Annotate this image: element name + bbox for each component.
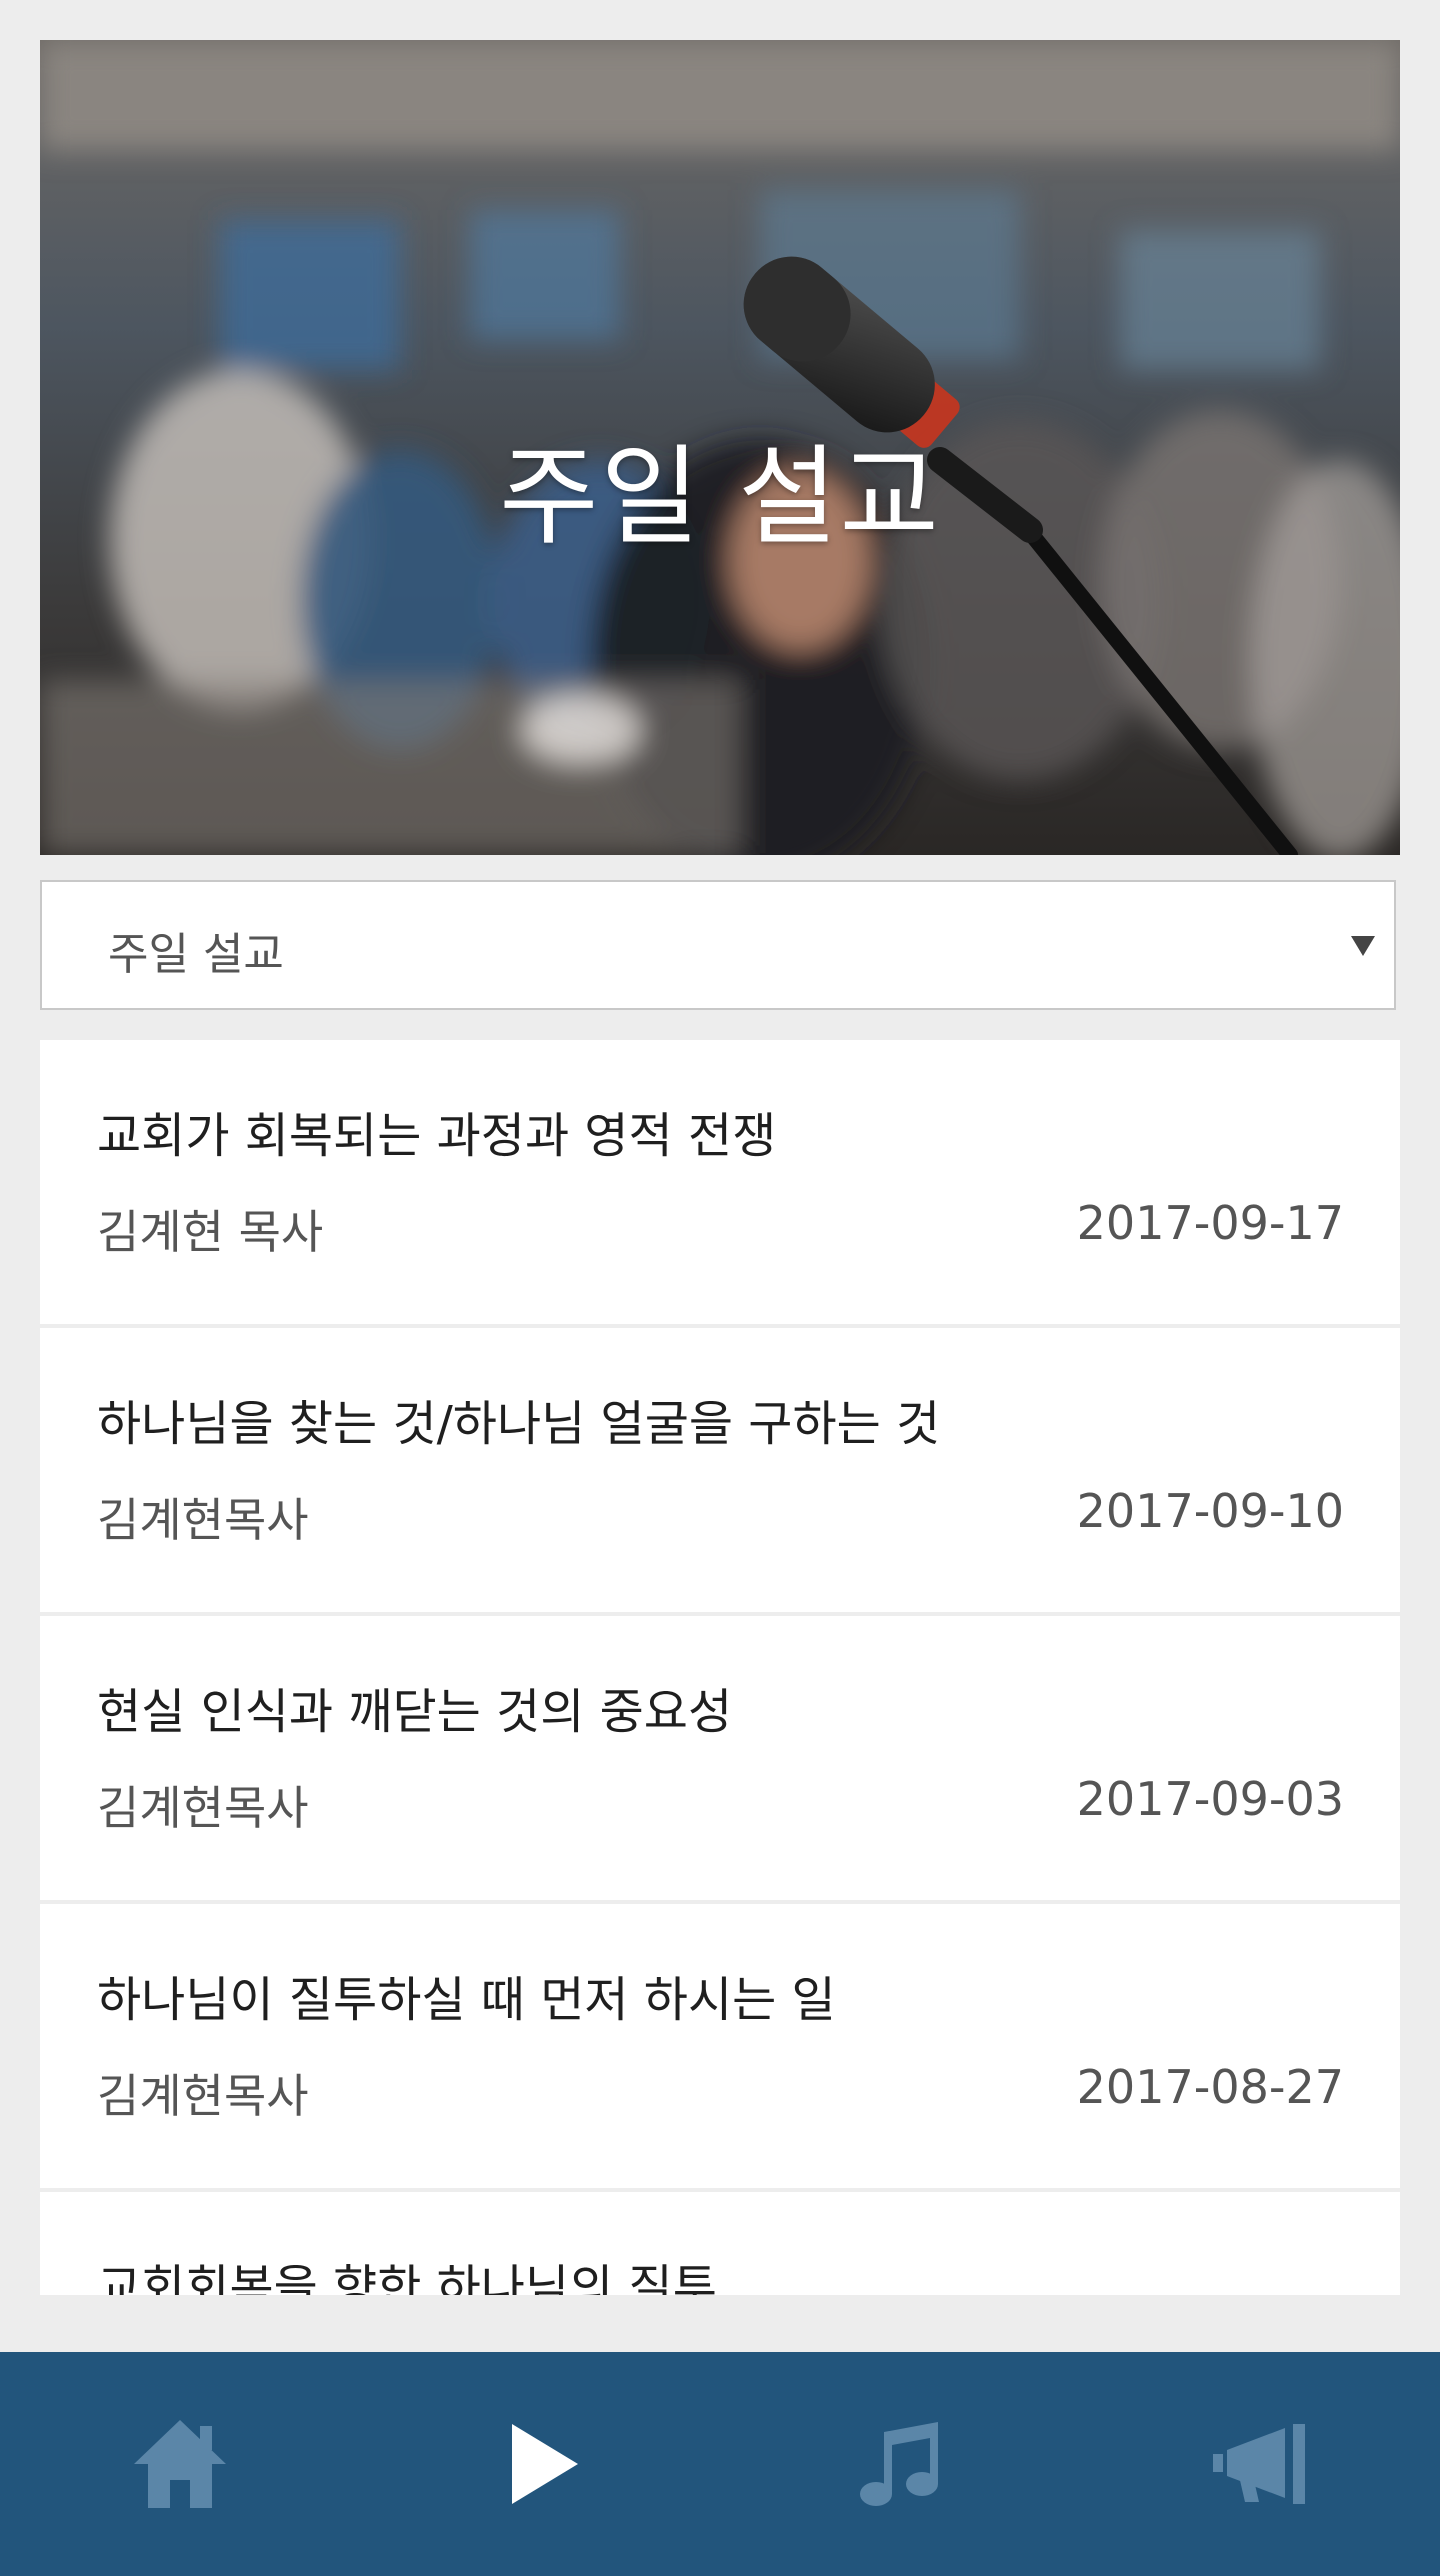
tab-announcements[interactable]	[1080, 2352, 1440, 2576]
sermon-date: 2017-08-27	[1076, 2060, 1344, 2114]
sermon-list: 교회가 회복되는 과정과 영적 전쟁 김계현 목사 2017-09-17 하나님…	[40, 1040, 1400, 2295]
home-icon	[134, 2420, 226, 2508]
header-banner: 주일 설교	[40, 40, 1400, 855]
sermon-title: 하나님을 찾는 것/하나님 얼굴을 구하는 것	[97, 1396, 941, 1452]
category-select[interactable]: 주일 설교	[40, 880, 1396, 1010]
sermon-title: 현실 인식과 깨닫는 것의 중요성	[97, 1684, 733, 1740]
play-icon	[512, 2424, 578, 2504]
sermon-author: 김계현 목사	[97, 1205, 324, 1259]
dropdown-arrow-icon	[1351, 936, 1375, 956]
tab-music[interactable]	[720, 2352, 1080, 2576]
music-note-icon	[860, 2422, 938, 2506]
sermon-author: 김계현목사	[97, 1781, 309, 1835]
sermon-date: 2017-09-10	[1076, 1484, 1344, 1538]
tab-play[interactable]	[360, 2352, 720, 2576]
tab-home[interactable]	[0, 2352, 360, 2576]
sermon-title: 하나님이 질투하실 때 먼저 하시는 일	[97, 1972, 836, 2028]
sermon-title: 교회가 회복되는 과정과 영적 전쟁	[97, 1108, 777, 1164]
page-title: 주일 설교	[499, 435, 941, 560]
sermon-date: 2017-09-03	[1076, 1772, 1344, 1826]
sermon-date: 2017-09-17	[1076, 1196, 1344, 1250]
list-item[interactable]: 하나님이 질투하실 때 먼저 하시는 일 김계현목사 2017-08-27	[40, 1904, 1400, 2188]
category-select-value: 주일 설교	[108, 929, 284, 980]
list-item[interactable]: 교회가 회복되는 과정과 영적 전쟁 김계현 목사 2017-09-17	[40, 1040, 1400, 1324]
list-item[interactable]: 교회회복을 향한 하나님의 질투	[40, 2192, 1400, 2295]
sermon-title: 교회회복을 향한 하나님의 질투	[97, 2260, 717, 2295]
list-item[interactable]: 현실 인식과 깨닫는 것의 중요성 김계현목사 2017-09-03	[40, 1616, 1400, 1900]
sermon-author: 김계현목사	[97, 1493, 309, 1547]
megaphone-icon	[1213, 2424, 1305, 2504]
bottom-tab-bar	[0, 2352, 1440, 2576]
list-item[interactable]: 하나님을 찾는 것/하나님 얼굴을 구하는 것 김계현목사 2017-09-10	[40, 1328, 1400, 1612]
sermon-author: 김계현목사	[97, 2069, 309, 2123]
